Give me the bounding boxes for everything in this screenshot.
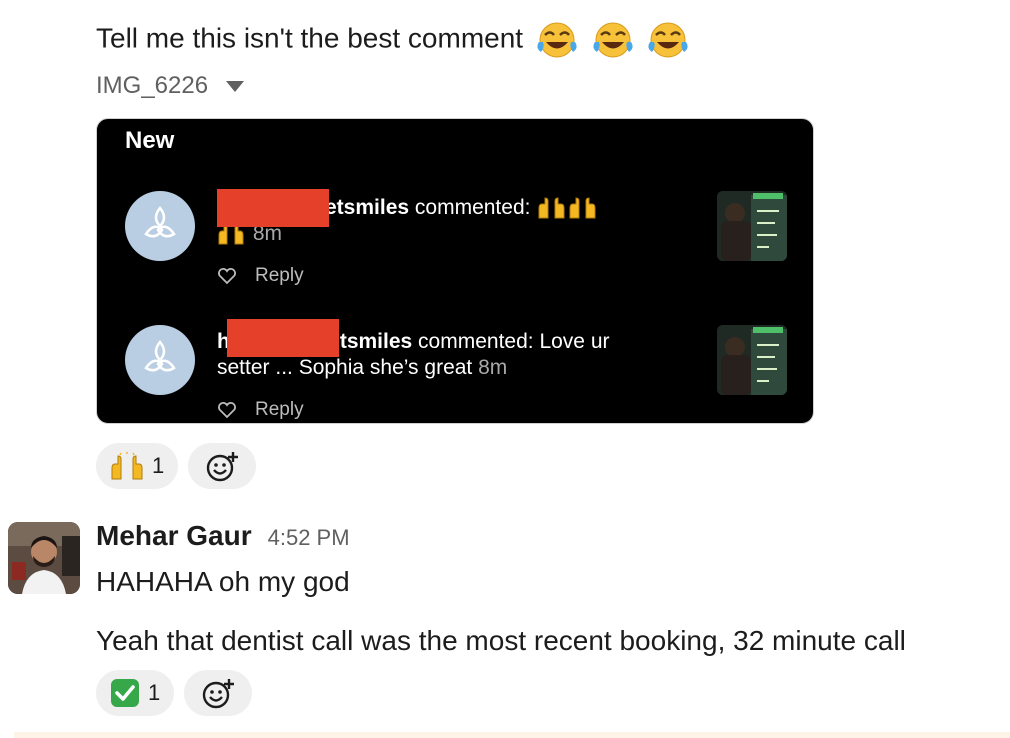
- laughing-emoji-icon: [593, 22, 633, 58]
- comment-2-actions: Reply: [217, 399, 304, 421]
- avatar[interactable]: [8, 522, 80, 594]
- comment-action: commented:: [414, 196, 531, 219]
- message-text-1: Tell me this isn't the best comment: [96, 20, 690, 60]
- reactions-row: 1: [96, 670, 253, 716]
- laughing-emoji-icon: [537, 22, 577, 58]
- laughing-emoji-icon: [648, 22, 689, 58]
- reaction-raising-hands[interactable]: 1: [96, 443, 179, 489]
- attachment-name[interactable]: IMG_6226: [96, 72, 208, 100]
- reactions-row: 1: [96, 443, 257, 489]
- comment-action: commented:: [418, 330, 534, 353]
- message-header: Mehar Gaur 4:52 PM: [96, 520, 350, 552]
- raising-hands-emoji-icon: [111, 452, 143, 480]
- check-mark-emoji-icon: [111, 679, 139, 707]
- add-emoji-icon: [207, 452, 239, 482]
- bottom-highlight-strip: [14, 732, 1010, 738]
- heart-icon[interactable]: [217, 401, 237, 419]
- add-reaction-button[interactable]: [188, 443, 257, 489]
- add-emoji-icon: [203, 679, 235, 709]
- post-thumbnail: [717, 325, 787, 395]
- logo-icon: [144, 339, 176, 372]
- reply-link[interactable]: Reply: [255, 399, 304, 421]
- attached-image[interactable]: New etsmiles commented: 8m Reply h tsmil…: [96, 118, 814, 424]
- redaction-box: [217, 189, 329, 227]
- message-line-2: Yeah that dentist call was the most rece…: [96, 625, 906, 656]
- reaction-white-check-mark[interactable]: 1: [96, 670, 175, 716]
- message-timestamp[interactable]: 4:52 PM: [268, 525, 350, 551]
- author-name[interactable]: Mehar Gaur: [96, 520, 252, 552]
- add-reaction-button[interactable]: [184, 670, 253, 716]
- comment-1-actions: Reply: [217, 265, 304, 287]
- comment-username: etsmiles: [325, 196, 410, 219]
- reaction-count: 1: [148, 680, 161, 705]
- logo-icon: [144, 205, 176, 238]
- chevron-down-icon[interactable]: [226, 80, 245, 92]
- message-text-1-content: Tell me this isn't the best comment: [96, 22, 524, 54]
- comment-username: tsmiles: [339, 330, 413, 353]
- reaction-count: 1: [152, 453, 165, 478]
- heart-icon[interactable]: [217, 267, 237, 285]
- commenter-avatar: [125, 325, 195, 395]
- message-line-1: HAHAHA oh my god: [96, 566, 350, 597]
- raising-hands-emoji-icon: [538, 197, 596, 219]
- attachment-header: IMG_6226: [96, 72, 245, 100]
- redaction-box: [227, 319, 339, 357]
- commenter-avatar: [125, 191, 195, 261]
- image-title: New: [125, 127, 175, 154]
- post-thumbnail: [717, 191, 787, 261]
- reply-link[interactable]: Reply: [255, 265, 304, 287]
- comment-time: 8m: [478, 356, 508, 379]
